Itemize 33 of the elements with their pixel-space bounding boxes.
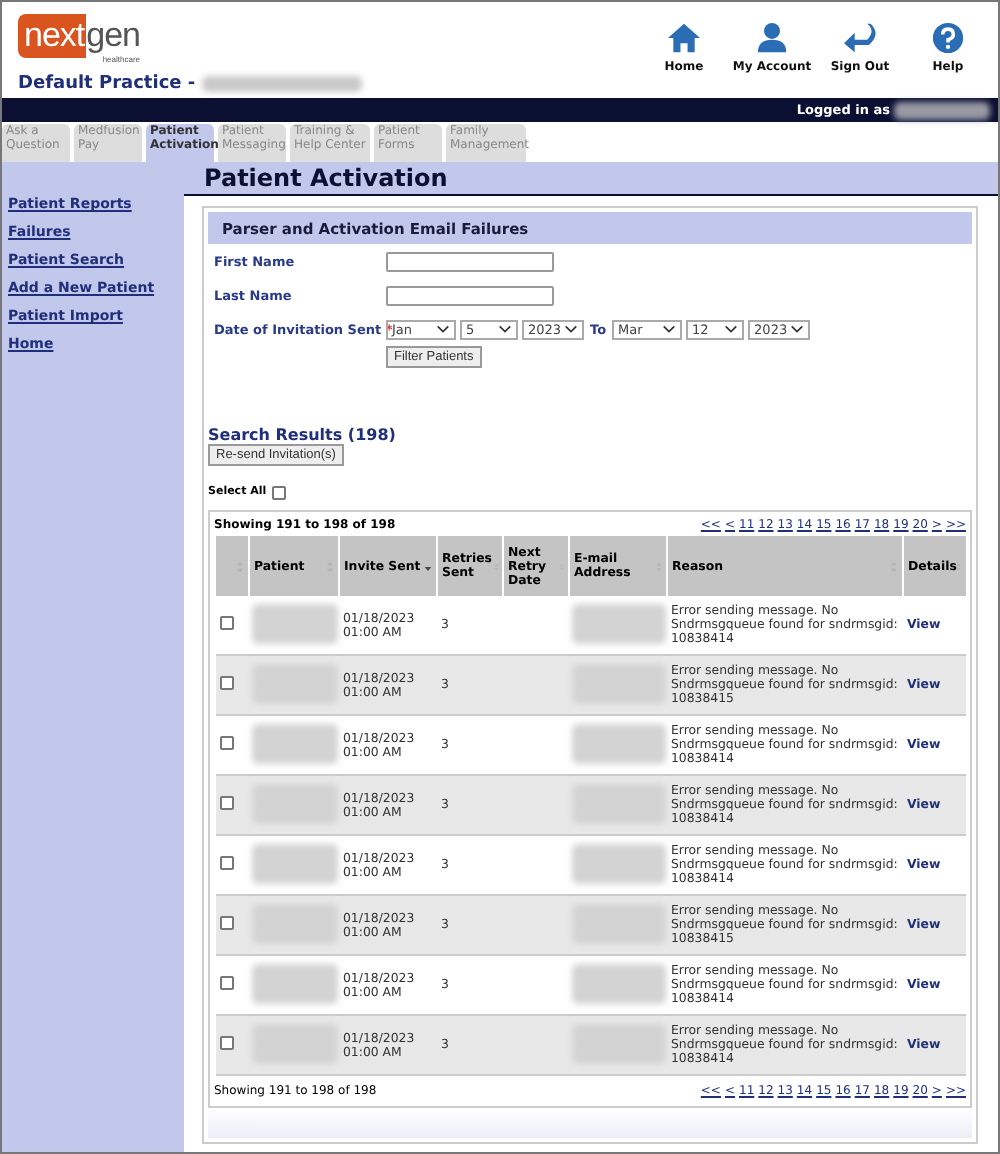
help-icon (930, 22, 966, 54)
redacted-text (251, 603, 337, 643)
chevron-down-icon (498, 324, 512, 334)
user-icon (754, 22, 790, 54)
results-title: Search Results (198) (208, 426, 398, 444)
chevron-down-icon (564, 324, 578, 334)
practice-name: Default Practice - (18, 74, 196, 94)
chevron-down-icon (662, 324, 677, 334)
redacted-text (251, 843, 337, 883)
return-arrow-icon (842, 22, 878, 54)
redacted-text (571, 843, 665, 883)
home-icon (666, 22, 702, 54)
redacted-text (571, 603, 665, 643)
checkbox[interactable] (219, 916, 233, 930)
redacted-text (571, 963, 665, 1003)
checkbox[interactable] (219, 856, 233, 870)
redacted-text (894, 101, 990, 119)
redacted-text (251, 723, 337, 763)
redacted-text (571, 723, 665, 763)
checkbox[interactable] (219, 976, 233, 990)
chevron-down-icon (436, 324, 450, 334)
chevron-down-icon (724, 324, 739, 334)
checkbox[interactable] (272, 485, 287, 499)
checkbox[interactable] (219, 796, 233, 810)
input-field[interactable] (386, 251, 554, 271)
checkbox[interactable] (219, 736, 233, 750)
checkbox[interactable] (219, 676, 233, 690)
checkbox[interactable] (219, 1036, 233, 1050)
page-title: Patient Activation (204, 164, 448, 192)
redacted-text (251, 963, 337, 1003)
input-field[interactable] (386, 285, 554, 305)
checkbox[interactable] (219, 616, 233, 630)
chevron-down-icon (790, 324, 805, 334)
